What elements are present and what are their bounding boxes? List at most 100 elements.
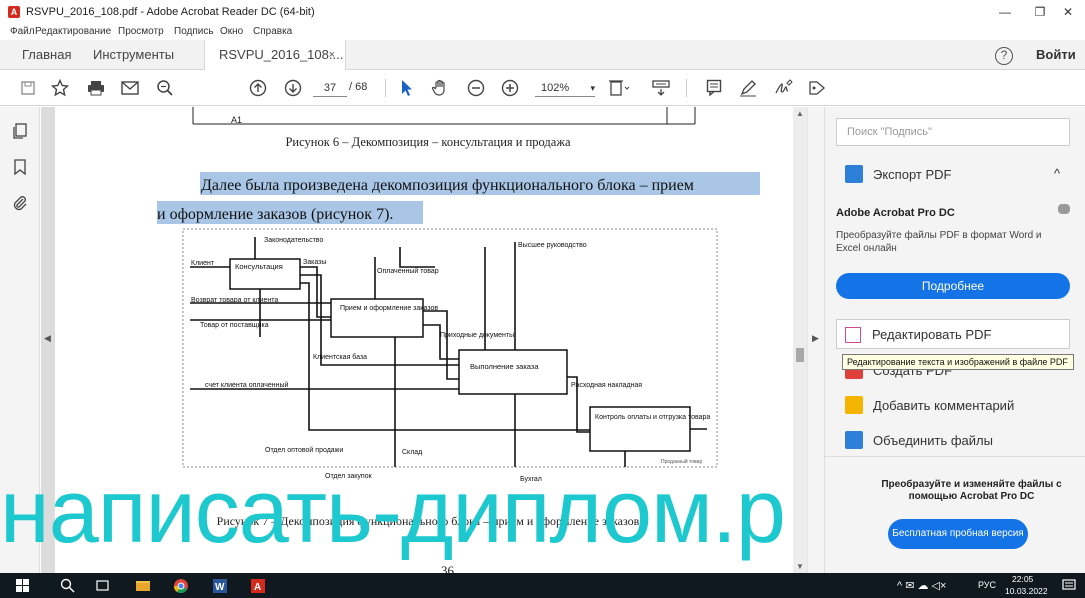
language-indicator[interactable]: РУС (978, 580, 996, 590)
diagram-block-label: Контроль оплаты и отгрузка товара (595, 414, 710, 421)
combine-files-icon (845, 431, 863, 449)
minimize-button[interactable]: — (985, 2, 1025, 22)
search-zoom-icon[interactable] (155, 70, 175, 106)
window-title: RSVPU_2016_108.pdf - Adobe Acrobat Reade… (26, 6, 315, 18)
diagram-label: Клиентская база (313, 353, 367, 361)
bookmarks-icon[interactable] (12, 159, 28, 176)
tab-close-icon[interactable]: × (329, 40, 335, 70)
attachments-icon[interactable] (12, 195, 28, 211)
menu-help[interactable]: Справка (253, 26, 292, 37)
diagram-label: Приходные документы (440, 332, 514, 339)
more-tools-icon[interactable] (806, 70, 828, 106)
login-button[interactable]: Войти (1036, 47, 1076, 62)
zoom-value: 102% (541, 82, 570, 94)
comment-icon[interactable] (704, 70, 724, 106)
diagram-label: Бухгал (520, 476, 542, 483)
start-icon[interactable] (15, 578, 30, 593)
diagram-label: Клиент (191, 260, 215, 267)
tools-search-input[interactable]: Поиск "Подпись" (836, 118, 1070, 146)
notifications-icon[interactable] (1062, 578, 1077, 593)
hand-icon[interactable] (430, 70, 450, 106)
diagram-label: Склад (402, 449, 422, 456)
highlight-pen-icon[interactable] (738, 70, 758, 106)
toolbar-divider (385, 79, 386, 97)
save-icon[interactable] (18, 70, 38, 106)
tab-home[interactable]: Главная (22, 40, 71, 70)
scroll-up-icon[interactable]: ▲ (796, 109, 804, 118)
file-explorer-icon[interactable] (135, 578, 150, 593)
export-pdf-tool[interactable]: Экспорт PDF (845, 165, 951, 183)
scrollbar-thumb[interactable] (796, 348, 804, 362)
tab-document[interactable]: RSVPU_2016_108.... × (204, 40, 346, 71)
free-trial-button[interactable]: Бесплатная пробная версия (888, 519, 1028, 549)
svg-text:W: W (215, 582, 225, 593)
tab-document-label: RSVPU_2016_108.... (219, 47, 344, 62)
figure7-diagram: Консультация Прием и оформление заказов … (182, 228, 718, 483)
figure6-bottom: A1 (192, 107, 696, 125)
diagram-block-label: Консультация (235, 262, 283, 271)
zoom-select[interactable]: 102% ▾ (535, 79, 595, 97)
print-icon[interactable] (86, 70, 106, 106)
title-bar: A RSVPU_2016_108.pdf - Adobe Acrobat Rea… (0, 0, 1085, 24)
task-view-icon[interactable] (95, 578, 110, 593)
select-cursor-icon[interactable] (398, 70, 416, 106)
diagram-label: Товар от поставщика (200, 322, 269, 329)
search-icon[interactable] (60, 578, 75, 593)
zoom-out-icon[interactable] (466, 70, 486, 106)
diagram-label: Расходная накладная (571, 382, 642, 389)
menu-sign[interactable]: Подпись (174, 26, 214, 37)
pages-icon[interactable] (12, 123, 28, 139)
export-pdf-icon (845, 165, 863, 183)
menu-file[interactable]: Файл (10, 26, 35, 37)
tray-icons[interactable]: ^ ✉ ☁ ◁× (897, 579, 946, 592)
edit-pdf-tool[interactable]: Редактировать PDF (836, 319, 1070, 349)
close-window-button[interactable]: ✕ (1048, 2, 1085, 22)
document-viewport[interactable]: ◀ A1 Рисунок 6 – Декомпозиция – консульт… (41, 107, 808, 573)
paragraph-line[interactable]: и оформление заказов (рисунок 7). (157, 206, 393, 223)
acrobat-app-icon: A (8, 6, 20, 18)
scroll-mode-icon[interactable] (650, 70, 672, 106)
page-up-icon[interactable] (248, 70, 268, 106)
add-comment-label: Добавить комментарий (873, 397, 1015, 413)
bookmark-star-icon[interactable] (50, 70, 70, 106)
figure6-node-label: A1 (231, 115, 242, 125)
fit-page-icon[interactable] (606, 70, 632, 106)
figure7-caption: Рисунок 7 – Декомпозиция функционального… (217, 514, 640, 528)
diagram-label: Проданный товар (661, 458, 702, 465)
document-scrollbar[interactable]: ▲ ▼ (793, 107, 807, 573)
promo-text: Преобразуйте файлы PDF в формат Word и E… (836, 230, 1042, 254)
tab-tools[interactable]: Инструменты (93, 40, 174, 70)
combine-files-tool[interactable]: Объединить файлы (845, 431, 993, 449)
promo-cloud-icon (1058, 204, 1070, 214)
clock-date[interactable]: 10.03.2022 (1005, 586, 1048, 596)
paragraph-line[interactable]: Далее была произведена декомпозиция функ… (201, 177, 694, 194)
trial-text: Преобразуйте и изменяйте файлы с помощью… (881, 479, 1062, 502)
diagram-label: Законодательство (264, 237, 323, 244)
word-icon[interactable]: W (212, 578, 227, 593)
menu-view[interactable]: Просмотр (118, 26, 164, 37)
chevron-right-icon: ▶ (812, 333, 819, 343)
right-pane-toggle[interactable]: ▶ (808, 107, 824, 573)
left-panel-toggle[interactable]: ◀ (41, 107, 55, 573)
scroll-down-icon[interactable]: ▼ (796, 562, 804, 571)
diagram-label: Высшее руководство (518, 242, 587, 249)
acrobat-taskbar-icon[interactable]: A (250, 578, 265, 593)
page-content: A1 Рисунок 6 – Декомпозиция – консультац… (157, 107, 760, 528)
menu-edit[interactable]: Редактирование (35, 26, 111, 37)
page-number-input[interactable]: 37 (313, 79, 347, 97)
page-down-icon[interactable] (283, 70, 303, 106)
chrome-icon[interactable] (173, 578, 188, 594)
help-icon[interactable]: ? (995, 47, 1013, 65)
email-icon[interactable] (120, 70, 140, 106)
sign-icon[interactable] (773, 70, 795, 106)
diagram-label: Отдел закупок (325, 473, 373, 480)
learn-more-button[interactable]: Подробнее (836, 273, 1070, 299)
collapse-chevron-icon[interactable]: ^ (1054, 166, 1060, 181)
zoom-in-icon[interactable] (500, 70, 520, 106)
clock-time[interactable]: 22:05 (1012, 574, 1033, 584)
figure6-caption: Рисунок 6 – Декомпозиция – консультация … (285, 135, 570, 149)
add-comment-tool[interactable]: Добавить комментарий (845, 396, 1014, 414)
diagram-label: Заказы (303, 259, 326, 266)
menu-window[interactable]: Окно (220, 26, 243, 37)
left-nav-rail (0, 107, 40, 573)
